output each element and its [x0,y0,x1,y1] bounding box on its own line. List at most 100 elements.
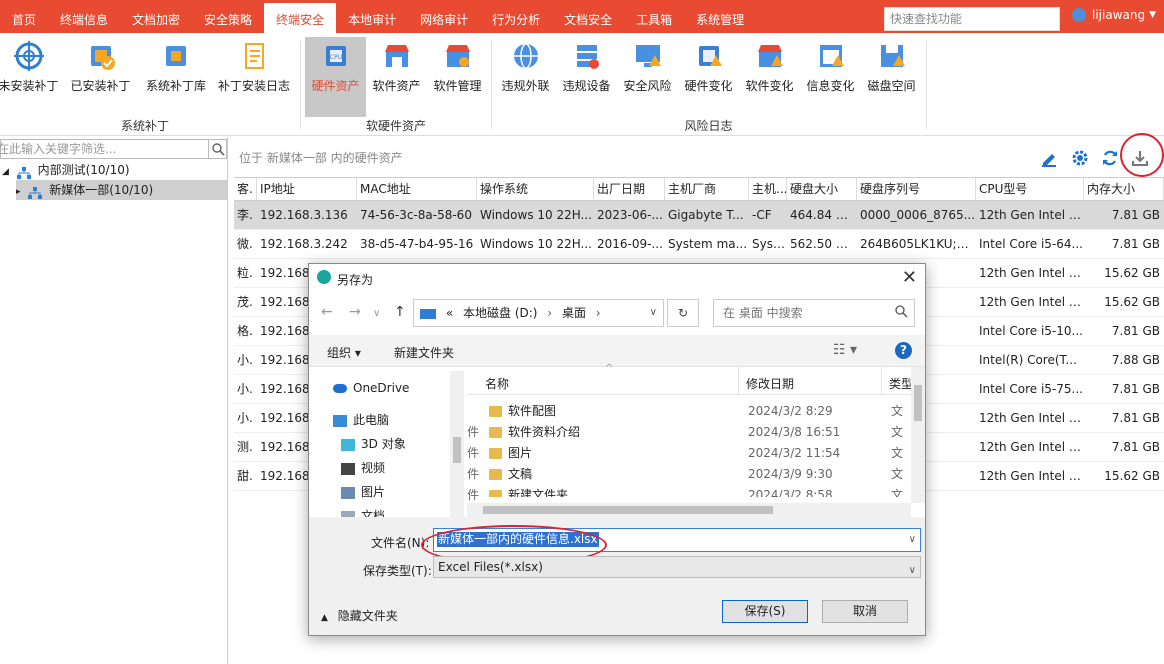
folder-search-input[interactable]: 在 桌面 中搜索 [713,299,915,327]
help-icon[interactable]: ? [895,342,912,359]
cube-icon [341,438,355,451]
menu-doc-encryption[interactable]: 文档加密 [120,0,192,33]
organize-button[interactable]: 组织 ▾ [327,344,361,361]
edit-icon[interactable] [1040,149,1058,167]
menu-system-admin[interactable]: 系统管理 [684,0,756,33]
close-icon[interactable]: ✕ [902,267,917,288]
quick-search-input[interactable]: 快速查找功能 [884,7,1060,31]
ribbon-illegal-connections[interactable]: 违规外联 [495,37,556,117]
column-header[interactable]: 操作系统 [477,178,594,200]
nav-documents[interactable]: 文档 [341,505,385,517]
file-item[interactable]: 图片 2024/3/2 11:54 文件 [467,443,912,481]
gear-icon[interactable] [1071,149,1089,167]
file-item[interactable]: 新建文件夹2024/3/2 8:58文件 [467,485,912,497]
menu-security-policy[interactable]: 安全策略 [192,0,264,33]
nav-3d-objects[interactable]: 3D 对象 [341,433,406,455]
tree-node-root[interactable]: ◢ 内部测试(10/10) [0,160,227,180]
file-list-scrollbar[interactable] [911,367,925,503]
col-modified[interactable]: 修改日期 [746,375,794,392]
cancel-button[interactable]: 取消 [822,600,908,623]
collapse-arrow-icon[interactable]: ▸ [16,187,21,197]
hide-folders-toggle[interactable]: ▲ 隐藏文件夹 [321,607,398,624]
menu-local-audit[interactable]: 本地审计 [336,0,408,33]
breadcrumb-desktop[interactable]: 桌面 [562,306,586,320]
ribbon-security-risk[interactable]: 安全风险 [617,37,678,117]
recent-chevron-icon[interactable]: ∨ [373,308,380,319]
chevron-down-icon[interactable]: ∨ [650,300,657,326]
menu-terminal-security[interactable]: 终端安全 [264,0,337,33]
column-header[interactable]: 主机厂商 [665,178,749,200]
column-header[interactable]: 出厂日期 [594,178,665,200]
menu-behavior-analysis[interactable]: 行为分析 [480,0,552,33]
forward-arrow-icon[interactable]: → [349,304,361,320]
table-cell: 茂. [237,295,253,309]
ribbon-hardware-changes[interactable]: 硬件变化 [678,37,739,117]
dialog-footer: 文件名(N): 新媒体一部内的硬件信息.xlsx ∨ 保存类型(T): Exce… [309,517,925,635]
new-folder-button[interactable]: 新建文件夹 [394,344,454,361]
nav-onedrive[interactable]: OneDrive [333,377,409,399]
file-list-hscrollbar[interactable] [467,503,911,517]
column-header[interactable]: 硬盘序列号 [857,178,976,200]
up-arrow-icon[interactable]: ↑ [394,304,406,320]
scroll-thumb[interactable] [914,385,922,421]
menu-home[interactable]: 首页 [0,0,48,33]
table-cell: 38-d5-47-b4-95-16 [360,237,474,251]
address-bar[interactable]: « 本地磁盘 (D:) › 桌面 › ∨ [413,299,664,327]
filetype-select[interactable]: Excel Files(*.xlsx) ∨ [433,556,921,578]
ribbon-hardware-assets[interactable]: CPU 硬件资产 [305,37,366,117]
nav-scrollbar[interactable] [450,371,464,517]
file-item[interactable]: 软件配图 2024/3/2 8:29 文件 [467,401,912,439]
menu-network-audit[interactable]: 网络审计 [408,0,480,33]
scroll-thumb[interactable] [453,437,461,463]
cpu-warning-icon [694,41,724,71]
ribbon-software-changes[interactable]: 软件变化 [739,37,800,117]
menu-doc-security[interactable]: 文档安全 [552,0,624,33]
ribbon-illegal-devices[interactable]: 违规设备 [556,37,617,117]
col-type[interactable]: 类型 [889,375,911,392]
user-menu[interactable]: lijiawang ▼ [1072,8,1156,22]
chevron-down-icon[interactable]: ∨ [909,534,916,545]
table-cell: 464.84 GB [790,208,854,222]
ribbon-uninstalled-patches[interactable]: 未安装补丁 [0,37,59,117]
group-label-assets: 软硬件资产 [365,119,426,133]
column-header[interactable]: 硬盘大小 [787,178,857,200]
refresh-button[interactable]: ↻ [667,299,699,327]
table-cell: System ma... [668,237,748,251]
column-header[interactable]: 主机... [749,178,787,200]
search-icon[interactable] [208,140,226,158]
globe-icon [511,41,541,71]
column-header[interactable]: 客. [234,178,257,200]
ribbon-installed-patches[interactable]: 已安装补丁 [70,37,131,117]
back-arrow-icon[interactable]: ← [321,304,333,320]
ribbon-info-changes[interactable]: 信息变化 [800,37,861,117]
file-item[interactable]: 文稿 2024/3/9 9:30 文件 [467,464,912,502]
nav-videos[interactable]: 视频 [341,457,385,479]
expand-arrow-icon[interactable]: ◢ [2,167,9,177]
nav-this-pc[interactable]: 此电脑 [333,409,389,431]
file-item[interactable]: 软件资料介绍 2024/3/8 16:51 文件 [467,422,912,460]
table-row[interactable]: 李. 192.168.3.136 74-56-3c-8a-58-60 Windows … [234,201,1164,230]
menu-toolbox[interactable]: 工具箱 [624,0,684,33]
ribbon-patch-install-log[interactable]: 补丁安装日志 [216,37,292,117]
tree-node-new-media[interactable]: ▸ 新媒体一部(10/10) [16,180,227,200]
ribbon-patch-library[interactable]: 系统补丁库 [144,37,208,117]
save-button[interactable]: 保存(S) [722,600,808,623]
store-gear-icon [443,41,473,71]
breadcrumb-drive[interactable]: 本地磁盘 (D:) [463,306,537,320]
navigation-pane: OneDrive 此电脑 3D 对象 视频 图片 文档 [309,367,465,517]
ribbon-software-assets[interactable]: 软件资产 [366,37,427,117]
table-row[interactable]: 微. 192.168.3.242 38-d5-47-b4-95-16 Windows … [234,230,1164,259]
col-name[interactable]: 名称 [485,375,509,392]
column-header[interactable]: IP地址 [257,178,357,200]
column-header[interactable]: CPU型号 [976,178,1084,200]
column-header[interactable]: MAC地址 [357,178,477,200]
column-header[interactable]: 内存大小 [1084,178,1164,200]
refresh-icon[interactable] [1101,149,1119,167]
ribbon-disk-space[interactable]: 磁盘空间 [861,37,922,117]
scroll-thumb[interactable] [483,506,773,514]
tree-filter-input[interactable]: 在此输入关键字筛选... [0,139,227,159]
view-options-icon[interactable]: ☷ ▾ [833,342,857,358]
menu-terminal-info[interactable]: 终端信息 [48,0,120,33]
ribbon-software-management[interactable]: 软件管理 [427,37,488,117]
nav-pictures[interactable]: 图片 [341,481,385,503]
